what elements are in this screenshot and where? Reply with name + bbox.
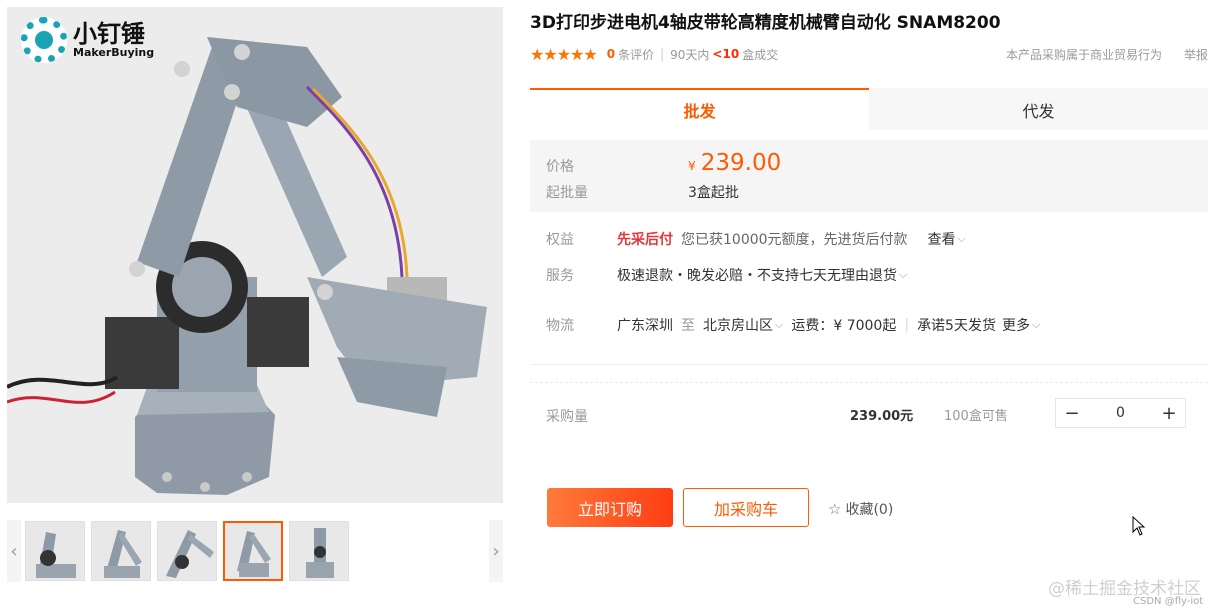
service-row: 服务 极速退款・晚发必赔・不支持七天无理由退货 ⌵ [546, 265, 907, 285]
thumbnail-2[interactable] [91, 521, 151, 581]
service-label: 服务 [546, 268, 574, 284]
sales-count: <10 [712, 47, 740, 61]
brand-name-en: MakerBuying [73, 46, 155, 60]
chevron-down-icon[interactable]: ⌵ [775, 318, 783, 332]
star-outline-icon: ☆ [828, 500, 842, 518]
thumbnail-4-selected[interactable] [223, 521, 283, 581]
logistics-more[interactable]: 更多 [1002, 315, 1030, 335]
ship-to-select[interactable]: 北京房山区 [703, 315, 773, 335]
service-text[interactable]: 极速退款・晚发必赔・不支持七天无理由退货 [617, 265, 897, 285]
divider: | [904, 317, 910, 333]
main-product-image[interactable]: 小钉锤 MakerBuying [7, 7, 503, 503]
buy-now-button[interactable]: 立即订购 [547, 488, 673, 527]
report-link[interactable]: 举报 [1184, 46, 1208, 63]
benefits-row: 权益 先采后付 您已获10000元额度，先进货后付款 查看 ⌵ [546, 229, 966, 249]
sku-price: 239.00元 [850, 409, 914, 424]
moq-label: 起批量 [546, 185, 588, 201]
review-suffix[interactable]: 条评价 [618, 46, 654, 63]
product-title: 3D打印步进电机4轴皮带轮高精度机械臂自动化 SNAM8200 [530, 13, 1001, 33]
benefits-label: 权益 [546, 232, 574, 248]
price-number: 239.00 [700, 150, 782, 176]
divider: | [660, 47, 665, 61]
purchase-mode-tabs: 批发 代发 [530, 88, 1208, 130]
tab-dropship[interactable]: 代发 [869, 88, 1208, 130]
thumbnail-3[interactable] [157, 521, 217, 581]
sku-stock: 100盒可售 [944, 409, 1008, 424]
pay-later-badge: 先采后付 [617, 232, 673, 248]
mouse-cursor-icon [1132, 516, 1146, 536]
quantity-stepper: − 0 + [1055, 398, 1186, 428]
favorite-button[interactable]: ☆ 收藏(0) [828, 499, 893, 519]
rating-stars-icon: ★★★★★ [530, 44, 598, 64]
chevron-right-icon[interactable]: › [489, 520, 503, 582]
logistics-label: 物流 [546, 318, 574, 334]
review-count[interactable]: 0 [607, 47, 615, 61]
sales-suffix: 盒成交 [742, 47, 779, 62]
brand-logo: 小钉锤 MakerBuying [21, 17, 154, 63]
quantity-label: 采购量 [546, 409, 588, 425]
quantity-input[interactable]: 0 [1088, 405, 1153, 421]
add-to-cart-button[interactable]: 加采购车 [683, 488, 809, 527]
price-value: ¥ 239.00 [688, 150, 781, 176]
tab-wholesale[interactable]: 批发 [530, 88, 869, 130]
sales-prefix: 90天内 [670, 47, 710, 62]
divider [530, 364, 1208, 365]
chevron-down-icon[interactable]: ⌵ [1032, 318, 1040, 332]
thumbnail-5[interactable] [289, 521, 349, 581]
chevron-down-icon: ⌵ [957, 232, 966, 245]
product-meta: ★★★★★ 0 条评价 | 90天内 <10 盒成交 本产品采购属于商业贸易行为… [530, 44, 1208, 64]
chevron-down-icon: ⌵ [899, 268, 908, 281]
thumbnail-strip: ‹ › [7, 520, 503, 582]
watermark-small: CSDN @fly-iot [1133, 596, 1204, 607]
trade-notice: 本产品采购属于商业贸易行为 [1005, 47, 1162, 62]
currency-symbol: ¥ [688, 159, 696, 173]
moq-value: 3盒起批 [688, 185, 739, 201]
thumbnail-1[interactable] [25, 521, 85, 581]
ship-to-word: 至 [681, 318, 695, 334]
divider [530, 382, 1208, 383]
robot-arm-image [7, 37, 487, 495]
minus-button[interactable]: − [1056, 403, 1088, 424]
price-box: 价格 起批量 ¥ 239.00 3盒起批 [530, 140, 1208, 212]
gear-icon [21, 17, 67, 63]
benefits-view-link[interactable]: 查看 [928, 229, 956, 249]
shipping-fee: 运费：¥ 7000起 [791, 318, 897, 334]
ship-promise: 承诺5天发货 [917, 318, 996, 334]
price-label: 价格 [546, 159, 574, 175]
favorite-label: 收藏(0) [845, 502, 894, 518]
ship-from: 广东深圳 [617, 318, 673, 334]
plus-button[interactable]: + [1153, 403, 1185, 424]
chevron-left-icon[interactable]: ‹ [7, 520, 21, 582]
benefits-text: 您已获10000元额度，先进货后付款 [681, 232, 908, 248]
brand-name-cn: 小钉锤 [73, 19, 145, 48]
logistics-row: 物流 广东深圳 至 北京房山区 ⌵ 运费：¥ 7000起 | 承诺5天发货 更多… [546, 315, 1040, 335]
